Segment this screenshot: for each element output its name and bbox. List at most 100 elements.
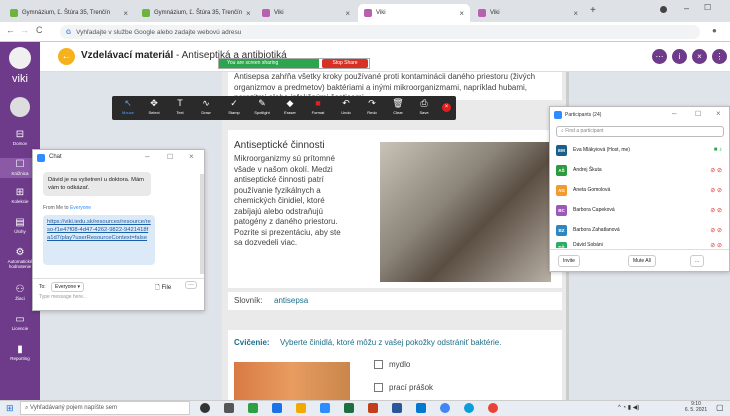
task-view-icon[interactable] (224, 403, 234, 413)
app-icon[interactable] (248, 403, 258, 413)
muted-icon[interactable]: ⊘ ⊘ (710, 207, 722, 214)
word-icon[interactable] (392, 403, 402, 413)
zoom-app-icon[interactable] (320, 403, 330, 413)
zoom-icon (554, 111, 562, 119)
minimize-icon[interactable]: – (145, 152, 149, 161)
participant-row[interactable]: AG Aneta Gomolová ⊘ ⊘ (556, 184, 722, 196)
back-arrow-icon[interactable]: ← (6, 25, 15, 35)
close-tab-icon[interactable]: × (345, 9, 350, 18)
tool-select[interactable]: ✥ Select (142, 96, 166, 120)
reload-icon[interactable]: C (36, 25, 43, 35)
chrome-icon[interactable] (488, 403, 498, 413)
folder-icon[interactable] (296, 403, 306, 413)
account-icon[interactable]: ● (712, 26, 717, 35)
back-button[interactable]: ← (58, 48, 75, 65)
close-icon[interactable]: × (716, 109, 721, 118)
windows-start-icon[interactable]: ⊞ (6, 403, 14, 414)
close-icon[interactable]: × (692, 49, 707, 64)
file-button[interactable]: 🗋 File (155, 283, 171, 293)
sidebar-item-licenses[interactable]: ▭ Licencie (0, 315, 40, 332)
notification-icon[interactable]: ▢ (716, 403, 724, 412)
chat-scrollbar[interactable] (200, 174, 204, 274)
forward-arrow-icon[interactable]: → (20, 25, 29, 35)
avatar[interactable] (10, 97, 30, 117)
browser-tab[interactable]: Viki × (472, 4, 584, 22)
taskbar-search-input[interactable]: ⌕ Vyhľadávaný pojem napíšte sem (20, 401, 190, 415)
school-logo (9, 47, 31, 69)
video-on-icon[interactable]: ■ ♪ (714, 147, 722, 153)
tool-format[interactable]: ■ Format (306, 96, 330, 120)
section-text: Mikroorganizmy sú prítomné všade v našom… (234, 154, 341, 247)
muted-icon[interactable]: ⊘ ⊘ (710, 242, 722, 248)
invite-button[interactable]: Invite (558, 255, 580, 267)
close-tab-icon[interactable]: × (246, 9, 251, 18)
option-checkbox[interactable] (374, 383, 383, 392)
powerpoint-icon[interactable] (368, 403, 378, 413)
chrome-icon[interactable] (440, 403, 450, 413)
cortana-icon[interactable] (200, 403, 210, 413)
menu-icon[interactable]: ⋮ (712, 49, 727, 64)
close-toolbar-icon[interactable]: × (442, 103, 451, 112)
chat-input[interactable]: Type message here... (39, 294, 87, 300)
participant-row[interactable]: AŠ Andrej Škuta ⊘ ⊘ (556, 164, 722, 176)
muted-icon[interactable]: ⊘ ⊘ (710, 187, 722, 194)
browser-tab[interactable]: Gymnázium, Ľ. Štúra 35, Trenčín × (136, 4, 254, 22)
participant-search-input[interactable]: ⌕ Find a participant (556, 126, 724, 137)
more-options-button[interactable]: ··· (185, 281, 197, 289)
mute-all-button[interactable]: Mute All (628, 255, 656, 267)
tool-text[interactable]: T Text (168, 96, 192, 120)
maximize-icon[interactable]: ☐ (704, 3, 711, 12)
muted-icon[interactable]: ⊘ ⊘ (710, 167, 722, 174)
sidebar-item-reporting[interactable]: ▮ Reporting (0, 345, 40, 362)
tool-undo[interactable]: ↶ Undo (334, 96, 358, 120)
excel-icon[interactable] (344, 403, 354, 413)
stop-share-button[interactable]: Stop Share (322, 59, 368, 68)
tool-save[interactable]: ⎙ Save (412, 96, 436, 120)
more-icon[interactable]: ⋯ (652, 49, 667, 64)
participant-row[interactable]: BC Barbora Capeková ⊘ ⊘ (556, 204, 722, 216)
option-label: prací prášok (389, 383, 434, 392)
option-checkbox[interactable] (374, 360, 383, 369)
more-options-button[interactable]: ... (690, 255, 705, 267)
browser-tab[interactable]: Gymnázium, Ľ. Štúra 35, Trenčín × (4, 4, 134, 22)
tool-eraser[interactable]: ◆ Eraser (278, 96, 302, 120)
google-icon: G (66, 28, 72, 36)
tool-label: Text (176, 110, 184, 115)
tool-spotlight[interactable]: ✎ Spotlight (250, 96, 274, 120)
participant-row[interactable]: DŠ Dávid Šobáni ⊘ ⊘ (556, 242, 722, 248)
sidebar-item-home[interactable]: ⊟ Domov (0, 130, 40, 147)
address-bar[interactable]: G Vyhľadajte v službe Google alebo zadajt… (60, 25, 700, 39)
outlook-icon[interactable] (416, 403, 426, 413)
muted-icon[interactable]: ⊘ ⊘ (710, 227, 722, 234)
close-tab-icon[interactable]: × (123, 9, 128, 18)
system-tray-icons[interactable]: ^ ◔ ▮ ◀) (618, 404, 639, 411)
maximize-icon[interactable]: ☐ (695, 110, 701, 118)
participant-row[interactable]: EM Eva Mlákyiová (Host, me) ■ ♪ (556, 144, 722, 156)
edge-icon[interactable] (464, 403, 474, 413)
close-tab-icon[interactable]: × (459, 9, 464, 18)
close-icon[interactable]: × (189, 152, 194, 161)
minimize-icon[interactable]: – (684, 3, 689, 13)
move-icon: ✥ (150, 98, 158, 108)
tool-redo[interactable]: ↷ Redo (360, 96, 384, 120)
app-icon[interactable] (272, 403, 282, 413)
participant-name: Eva Mlákyiová (Host, me) (573, 147, 630, 153)
new-tab-button[interactable]: + (590, 5, 596, 16)
glossary-term-link[interactable]: antisepsa (274, 296, 308, 307)
maximize-icon[interactable]: ☐ (167, 153, 173, 161)
tool-draw[interactable]: ∿ Draw (194, 96, 218, 120)
clock[interactable]: 9:10 6. 5. 2021 (682, 401, 710, 413)
minimize-icon[interactable]: – (672, 109, 676, 118)
tool-clear[interactable]: 🗑 Clear (386, 96, 410, 120)
profile-icon[interactable] (660, 6, 667, 13)
close-tab-icon[interactable]: × (573, 9, 578, 18)
browser-tab[interactable]: Viki × (256, 4, 356, 22)
tool-mouse[interactable]: ↖ Mouse (116, 96, 140, 120)
recipient-dropdown[interactable]: Everyone ▾ (51, 282, 85, 292)
browser-tab-active[interactable]: Viki × (358, 4, 470, 22)
info-icon[interactable]: i (672, 49, 687, 64)
tool-stamp[interactable]: ✓ Stamp (222, 96, 246, 120)
chat-link[interactable]: https://viki.iedu.sk/resources/resource/… (43, 215, 155, 265)
save-icon: ⎙ (420, 98, 428, 108)
participant-row[interactable]: BZ Barbora Zahatlanová ⊘ ⊘ (556, 224, 722, 236)
